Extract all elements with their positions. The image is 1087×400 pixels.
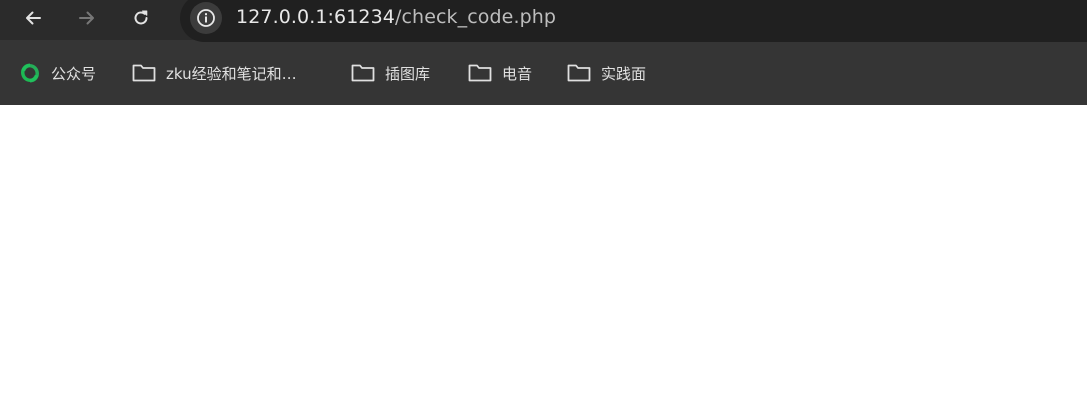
folder-icon bbox=[468, 64, 492, 82]
folder-icon bbox=[351, 64, 375, 82]
bookmark-folder-dianyin[interactable]: 电音 bbox=[468, 61, 532, 85]
bookmark-folder-zku[interactable]: zku经验和笔记和… bbox=[132, 61, 297, 85]
bookmark-folder-chatuku[interactable]: 插图库 bbox=[351, 61, 430, 85]
browser-toolbar: 127.0.0.1:61234/check_code.php bbox=[0, 0, 1087, 42]
reload-button[interactable] bbox=[125, 4, 157, 32]
bookmark-gongzhonghao[interactable]: 公众号 bbox=[18, 61, 96, 85]
folder-icon bbox=[567, 64, 591, 82]
green-swirl-logo-icon bbox=[21, 63, 39, 83]
bookmark-label: 实践面 bbox=[601, 64, 647, 83]
arrow-left-icon bbox=[26, 11, 41, 25]
bookmark-folder-shijianmian[interactable]: 实践面 bbox=[567, 61, 646, 85]
forward-button[interactable] bbox=[71, 4, 103, 32]
back-button[interactable] bbox=[17, 4, 49, 32]
arrow-right-icon bbox=[79, 11, 94, 25]
bookmark-label: 电音 bbox=[502, 64, 533, 83]
folder-icon bbox=[132, 64, 156, 82]
bookmark-label: zku经验和笔记和… bbox=[166, 64, 297, 83]
reload-icon bbox=[134, 10, 148, 25]
bookmark-label: 插图库 bbox=[385, 64, 431, 83]
site-info-button[interactable] bbox=[190, 2, 222, 34]
browser-chrome: 127.0.0.1:61234/check_code.php 公众号 zku经验… bbox=[0, 0, 1087, 105]
url-host: 127.0.0.1:61234 bbox=[236, 6, 395, 28]
bookmark-label: 公众号 bbox=[51, 64, 97, 83]
url-text[interactable]: 127.0.0.1:61234/check_code.php bbox=[236, 6, 556, 28]
page-content bbox=[0, 105, 1087, 400]
bookmarks-bar: 公众号 zku经验和笔记和… 插图库 电音 实践面 bbox=[0, 53, 1087, 93]
info-circle-icon bbox=[197, 9, 215, 27]
url-path: /check_code.php bbox=[395, 6, 557, 28]
